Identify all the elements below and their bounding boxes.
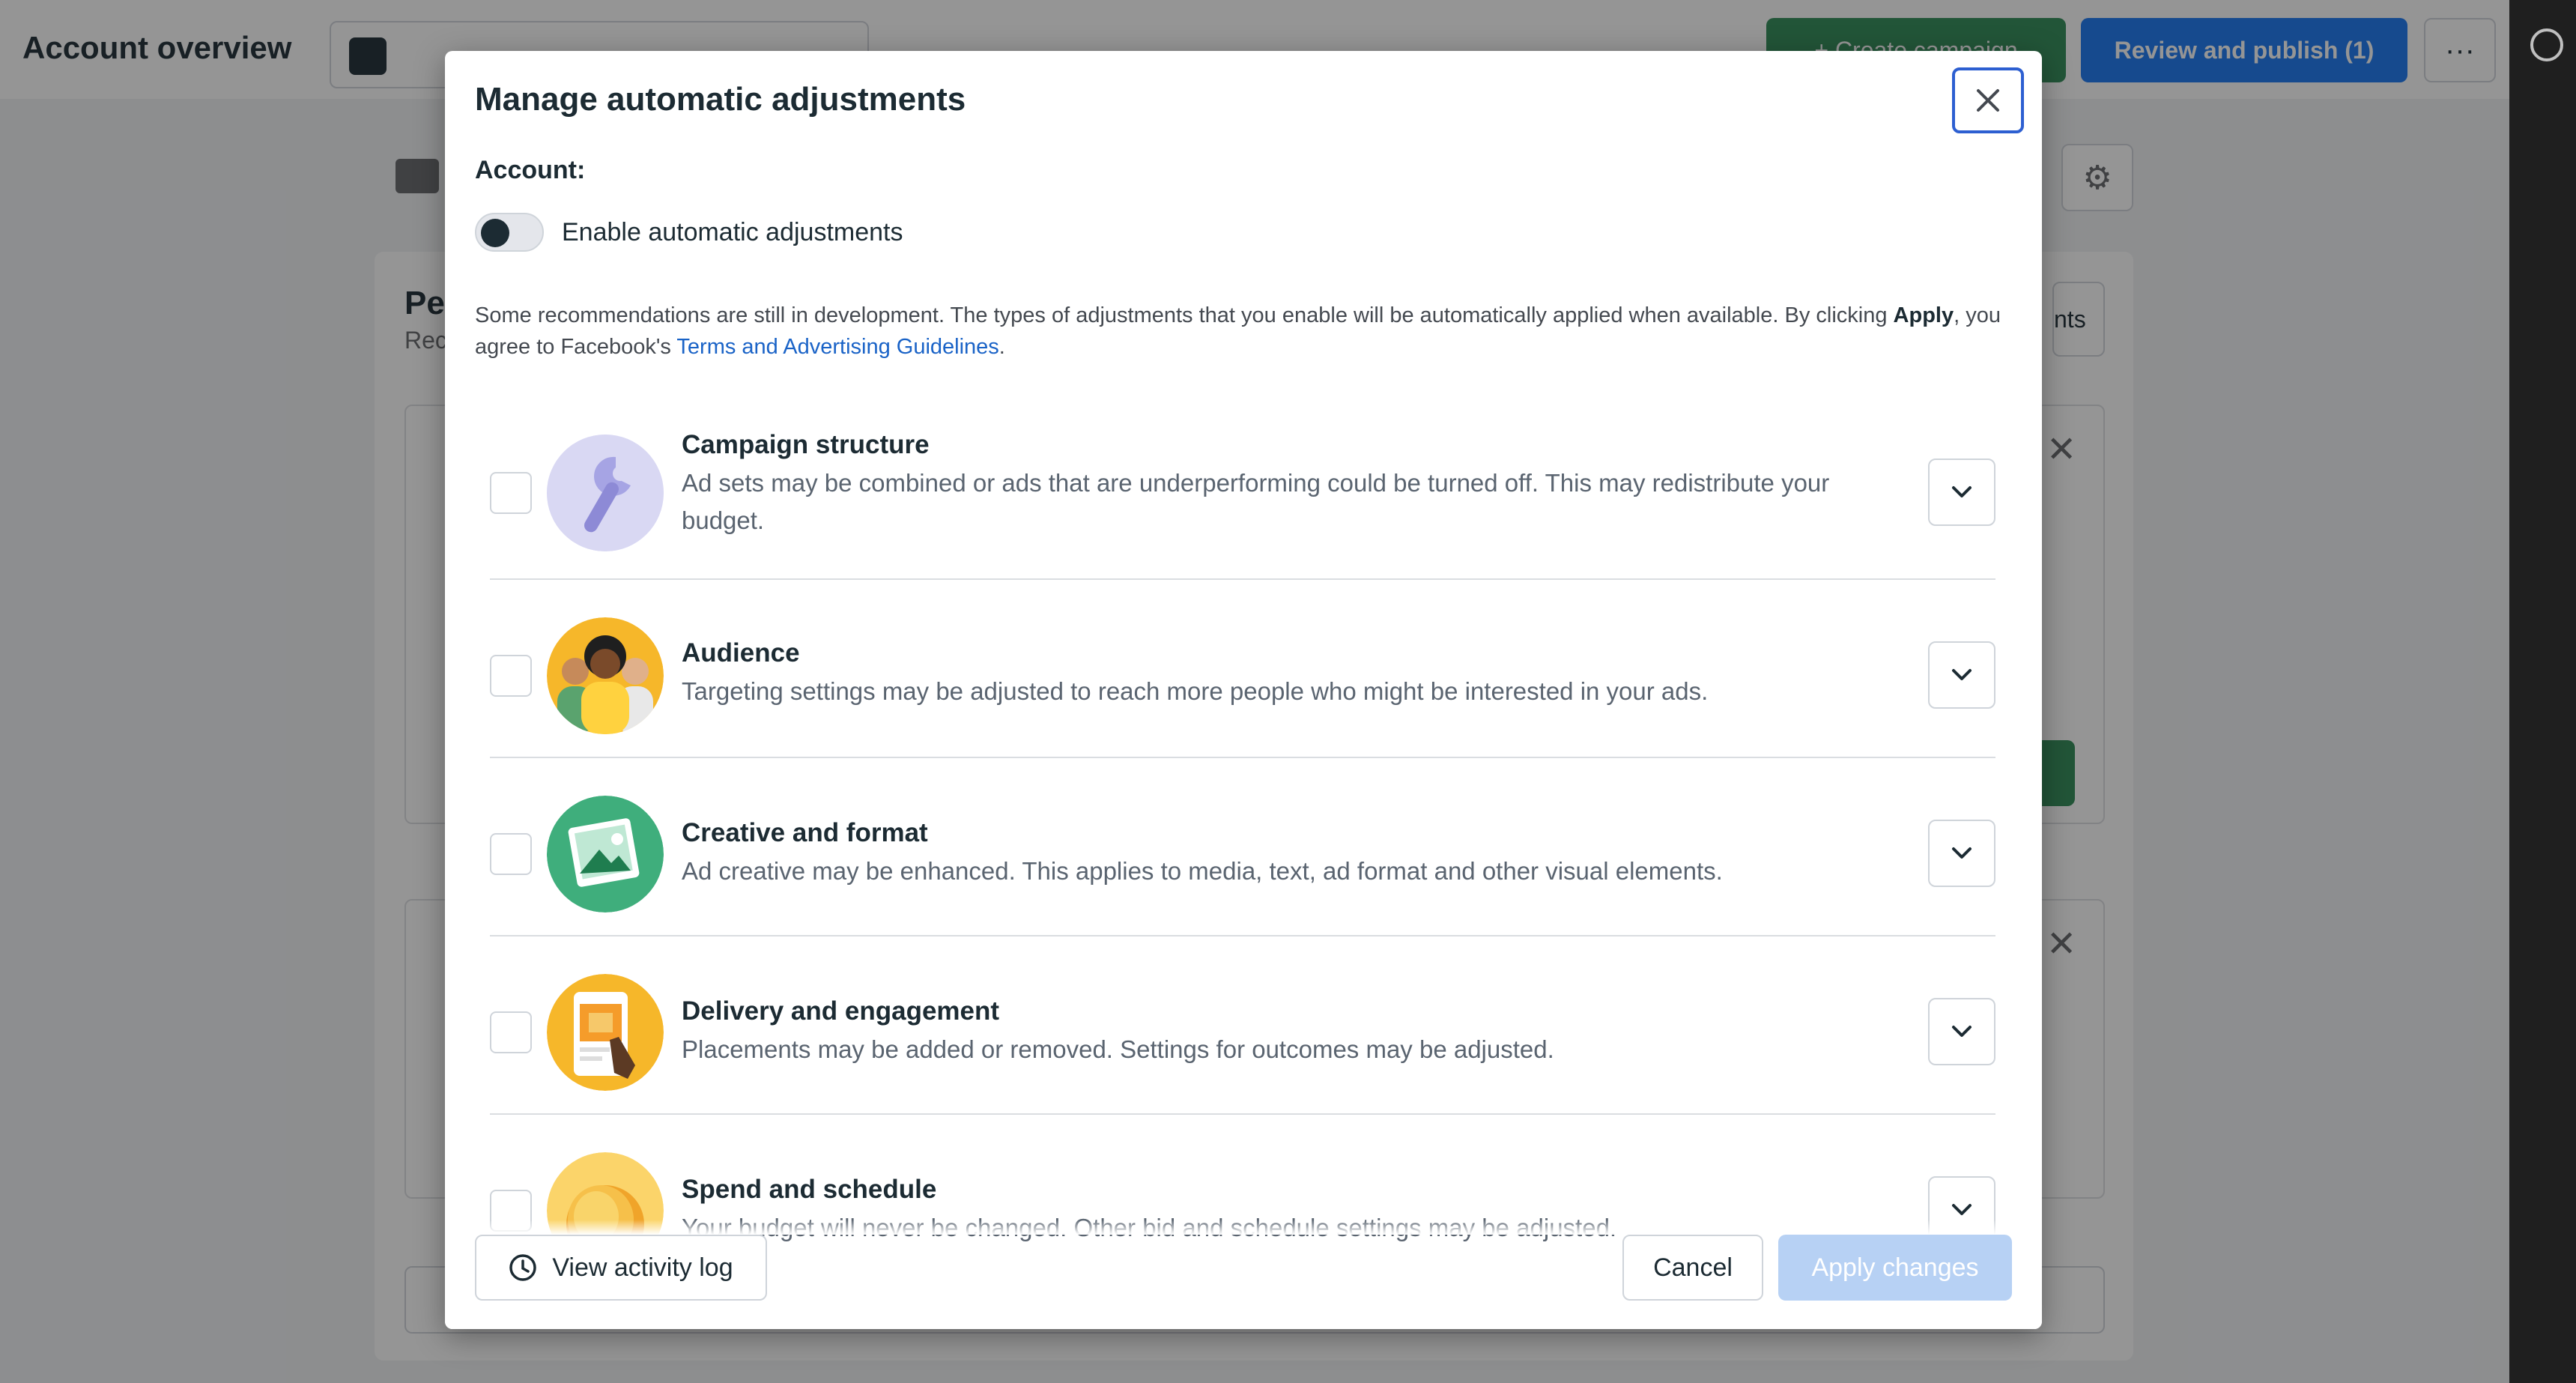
campaign-structure-checkbox[interactable] bbox=[490, 472, 532, 514]
item-description: Targeting settings may be adjusted to re… bbox=[682, 677, 1709, 705]
wrench-icon bbox=[547, 435, 664, 551]
item-title: Campaign structure bbox=[682, 430, 930, 459]
close-button[interactable] bbox=[1952, 67, 2024, 133]
view-activity-log-label: View activity log bbox=[552, 1253, 733, 1282]
image-icon bbox=[547, 796, 664, 913]
item-title: Spend and schedule bbox=[682, 1175, 937, 1204]
toggle-knob bbox=[481, 219, 509, 247]
expand-creative-and-format-button[interactable] bbox=[1928, 820, 1995, 887]
audience-checkbox[interactable] bbox=[490, 655, 532, 697]
item-title: Creative and format bbox=[682, 818, 928, 847]
right-rail bbox=[2509, 0, 2576, 1383]
tap-icon bbox=[547, 974, 664, 1091]
expand-campaign-structure-button[interactable] bbox=[1928, 459, 1995, 526]
chevron-down-icon bbox=[1952, 1204, 1972, 1215]
account-label: Account: bbox=[475, 156, 586, 184]
chevron-down-icon bbox=[1952, 1026, 1972, 1037]
delivery-and-engagement-checkbox[interactable] bbox=[490, 1011, 532, 1053]
notice-bold: Apply bbox=[1893, 303, 1954, 327]
item-description: Placements may be added or removed. Sett… bbox=[682, 1035, 1554, 1063]
enable-automatic-adjustments-toggle[interactable] bbox=[475, 213, 544, 252]
cancel-button[interactable]: Cancel bbox=[1622, 1235, 1763, 1301]
toggle-label: Enable automatic adjustments bbox=[562, 217, 903, 246]
expand-audience-button[interactable] bbox=[1928, 641, 1995, 709]
item-title: Audience bbox=[682, 638, 800, 668]
list-item-delivery-and-engagement: Delivery and engagement Placements may b… bbox=[490, 936, 1995, 1115]
notice-part: Some recommendations are still in develo… bbox=[475, 303, 1894, 327]
adjustment-list: Campaign structure Ad sets may be combin… bbox=[445, 402, 2042, 1271]
apply-changes-button[interactable]: Apply changes bbox=[1778, 1235, 2012, 1301]
view-activity-log-button[interactable]: View activity log bbox=[475, 1235, 767, 1301]
chevron-down-icon bbox=[1952, 669, 1972, 680]
item-description: Ad creative may be enhanced. This applie… bbox=[682, 857, 1723, 885]
notice-part: . bbox=[998, 335, 1005, 359]
expand-delivery-and-engagement-button[interactable] bbox=[1928, 998, 1995, 1065]
terms-link[interactable]: Terms and Advertising Guidelines bbox=[676, 335, 998, 359]
notice-text: Some recommendations are still in develo… bbox=[475, 300, 2003, 363]
close-icon bbox=[1977, 89, 1999, 112]
item-title: Delivery and engagement bbox=[682, 996, 1000, 1026]
chevron-down-icon bbox=[1952, 847, 1972, 859]
item-description: Ad sets may be combined or ads that are … bbox=[682, 469, 1830, 534]
manage-adjustments-dialog: Manage automatic adjustments Account: En… bbox=[445, 51, 2042, 1329]
scroll-fade bbox=[445, 1220, 2042, 1235]
clock-icon[interactable] bbox=[2530, 28, 2563, 61]
chevron-down-icon bbox=[1952, 486, 1972, 497]
list-item-campaign-structure: Campaign structure Ad sets may be combin… bbox=[490, 402, 1995, 580]
list-item-audience: Audience Targeting settings may be adjus… bbox=[490, 580, 1995, 758]
enable-toggle-row: Enable automatic adjustments bbox=[475, 213, 903, 252]
creative-and-format-checkbox[interactable] bbox=[490, 833, 532, 875]
dialog-title: Manage automatic adjustments bbox=[475, 81, 966, 118]
clock-icon bbox=[509, 1254, 537, 1281]
list-item-creative-and-format: Creative and format Ad creative may be e… bbox=[490, 758, 1995, 936]
people-icon bbox=[547, 617, 664, 734]
